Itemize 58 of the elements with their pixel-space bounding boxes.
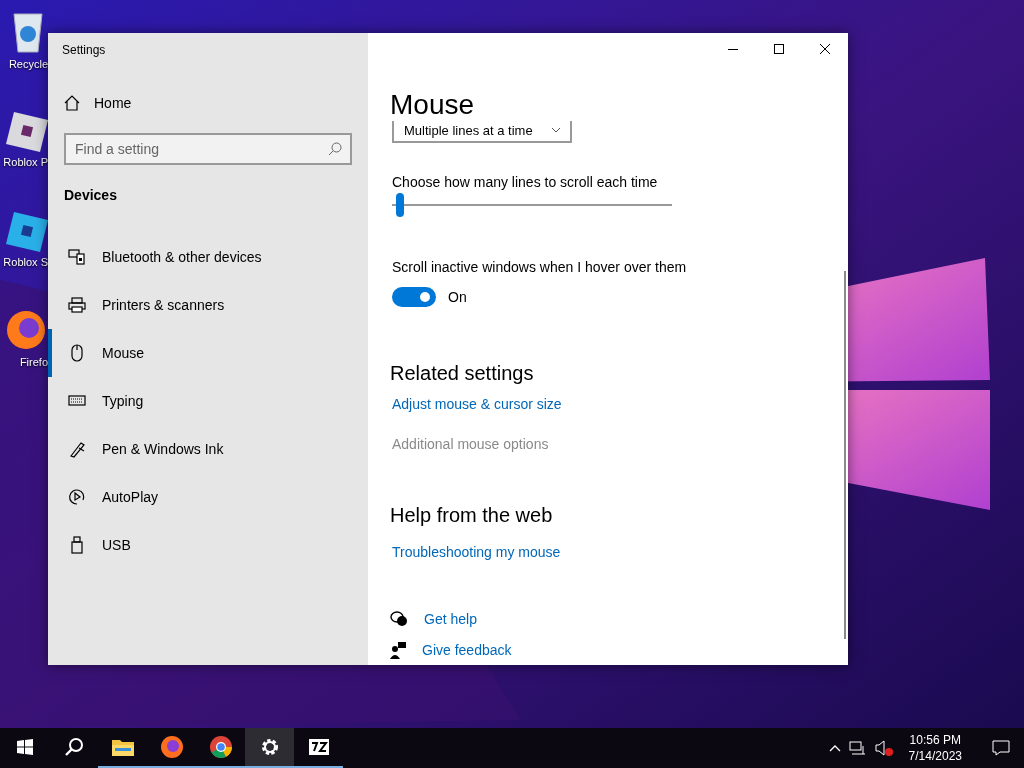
section-heading: Devices xyxy=(64,187,118,203)
taskbar-button[interactable] xyxy=(245,728,294,768)
home-icon xyxy=(64,95,80,111)
chevron-down-icon xyxy=(552,128,560,134)
desktop-icon-label[interactable]: Firefo xyxy=(19,356,48,368)
nav-item[interactable]: Pen & Windows Ink xyxy=(48,425,368,473)
minimize-icon xyxy=(728,48,738,50)
link[interactable]: Adjust mouse & cursor size xyxy=(392,396,562,413)
window-title: Settings xyxy=(61,42,107,59)
person-chat-icon xyxy=(390,640,406,659)
toggle-state: On xyxy=(448,289,467,306)
toggle-switch[interactable] xyxy=(392,287,436,308)
link[interactable]: Give feedback xyxy=(422,641,512,658)
search-field[interactable]: Find a setting xyxy=(64,133,352,165)
slider-thumb[interactable] xyxy=(396,192,405,217)
keyboard-icon xyxy=(68,395,86,407)
mouse-icon xyxy=(68,344,86,362)
archive-icon xyxy=(307,738,330,756)
printer-icon xyxy=(68,297,86,313)
nav-item[interactable]: Printers & scanners xyxy=(48,281,368,329)
home-link[interactable]: Home xyxy=(94,95,132,111)
scrollbar[interactable] xyxy=(844,271,846,639)
search-icon xyxy=(63,737,84,757)
speech-bubble-icon xyxy=(992,740,1010,756)
search-icon xyxy=(328,142,342,156)
usb-icon xyxy=(68,536,86,554)
chevron-up-icon xyxy=(828,744,841,752)
windows-logo-icon xyxy=(16,739,33,755)
slider-label: Choose how many lines to scroll each time xyxy=(392,173,659,190)
nav-item[interactable]: AutoPlay xyxy=(48,473,368,521)
link[interactable]: Additional mouse options xyxy=(392,436,549,453)
desktop-icon-label[interactable]: Roblox S xyxy=(3,256,48,268)
desktop-icon-label[interactable]: Roblox P xyxy=(3,156,48,168)
gear-icon xyxy=(259,737,280,757)
section-heading: Related settings xyxy=(390,362,535,386)
dropdown[interactable]: Multiple lines at a time xyxy=(392,121,572,143)
section-heading: Help from the web xyxy=(390,504,554,528)
autoplay-icon xyxy=(68,488,86,506)
clock-date: 7/14/2023 xyxy=(908,748,962,764)
pen-icon xyxy=(68,440,86,458)
link[interactable]: Get help xyxy=(424,611,477,628)
chrome-icon xyxy=(208,735,233,759)
nav-item[interactable]: USB xyxy=(48,521,368,569)
desktop-icon-label[interactable]: Recycle xyxy=(8,58,48,70)
keyboard-device-icon xyxy=(68,249,86,265)
page-title: Mouse xyxy=(390,89,476,121)
firefox-icon xyxy=(159,735,184,759)
folder-icon xyxy=(110,737,135,757)
speaker-muted-icon xyxy=(874,740,893,756)
firefox-icon xyxy=(4,308,48,352)
nav-item[interactable]: Bluetooth & other devices xyxy=(48,233,368,281)
nav-item[interactable]: Typing xyxy=(48,377,368,425)
maximize-icon xyxy=(774,44,784,54)
network-icon xyxy=(848,740,867,756)
toggle-label: Scroll inactive windows when I hover over them xyxy=(392,259,688,276)
link[interactable]: Troubleshooting my mouse xyxy=(392,544,561,561)
close-icon xyxy=(820,44,830,54)
clock-time: 10:56 PM xyxy=(909,732,961,748)
